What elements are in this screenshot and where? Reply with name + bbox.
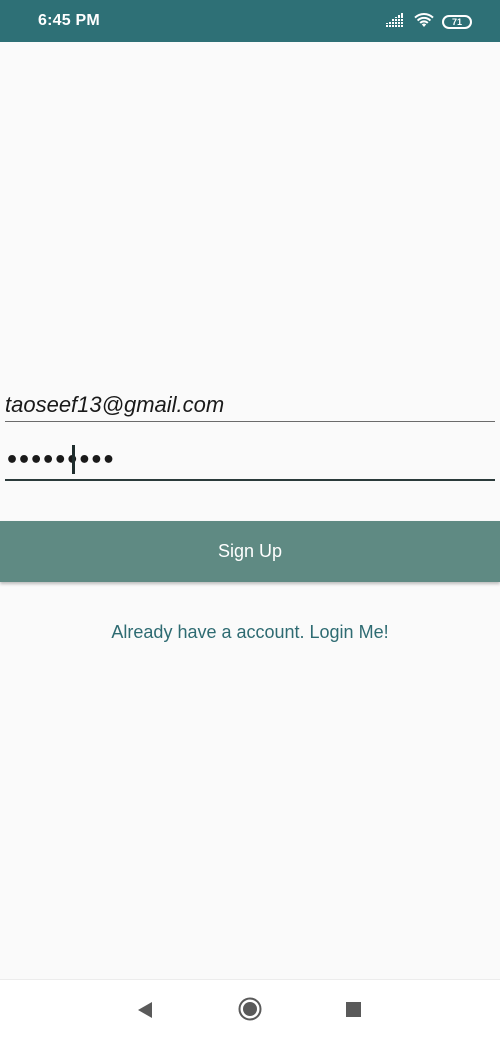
recents-icon[interactable]	[346, 1002, 361, 1017]
home-icon[interactable]	[238, 997, 262, 1021]
login-link[interactable]: Already have a account. Login Me!	[0, 622, 500, 643]
wifi-icon	[414, 12, 434, 33]
status-time: 6:45 PM	[38, 12, 100, 29]
battery-level: 71	[451, 17, 462, 27]
email-field[interactable]	[5, 388, 495, 422]
text-cursor	[72, 445, 75, 474]
battery-icon: 71	[442, 15, 472, 29]
status-bar: 6:45 PM 71	[0, 0, 500, 42]
navigation-bar	[0, 979, 500, 1039]
status-icons: 71	[386, 12, 472, 32]
back-icon[interactable]	[136, 1000, 154, 1020]
password-field[interactable]: •••••••••	[5, 444, 495, 481]
password-masked-value: •••••••••	[5, 448, 116, 473]
signal-icon	[386, 12, 406, 32]
signup-button[interactable]: Sign Up	[0, 521, 500, 582]
